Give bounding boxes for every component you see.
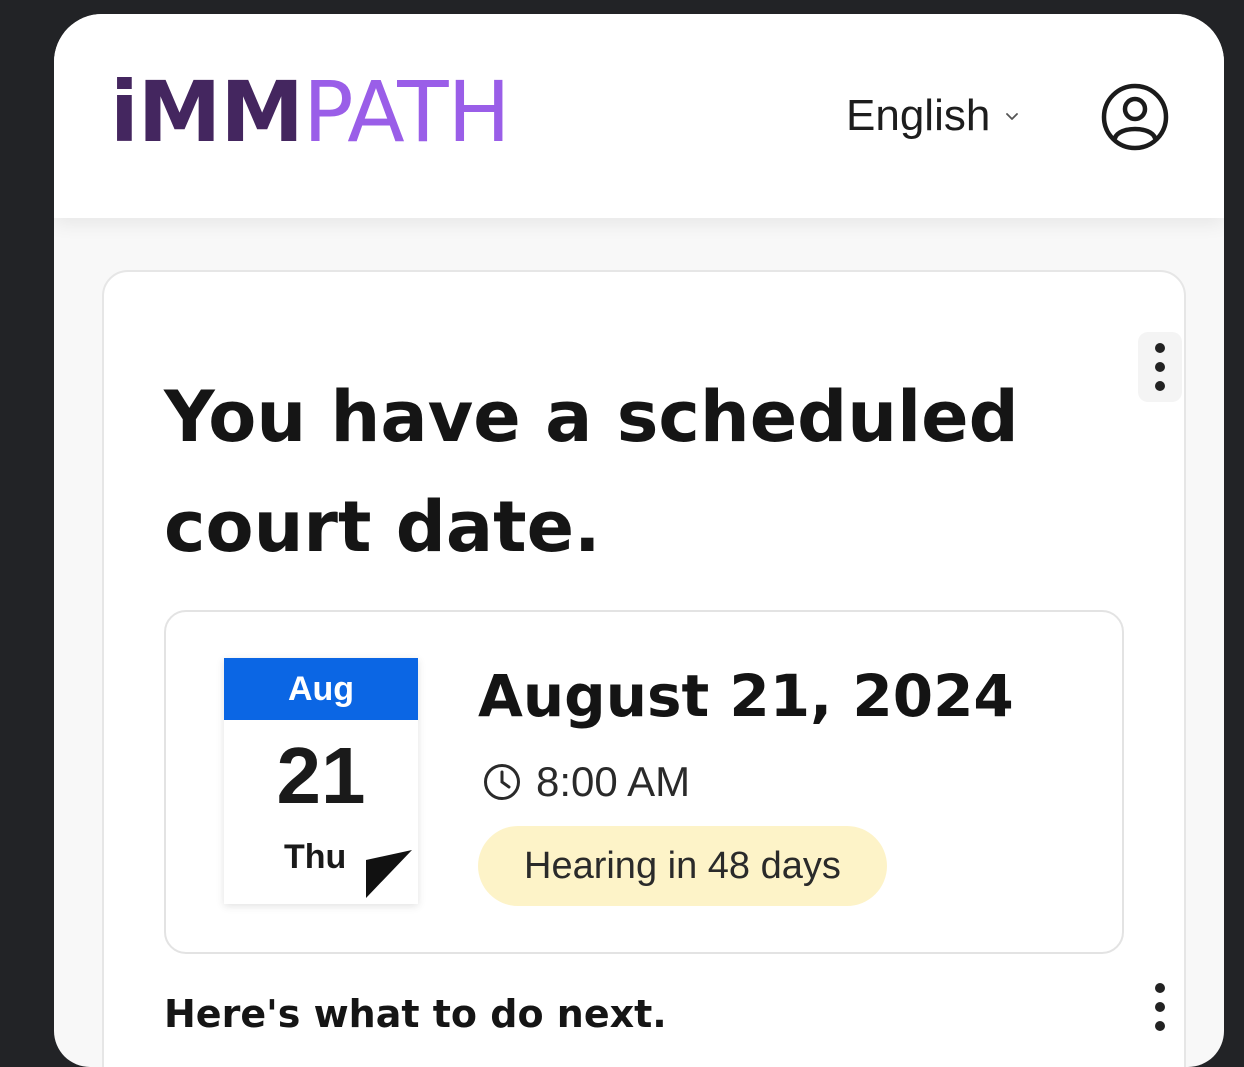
- clock-icon: [484, 764, 520, 800]
- calendar-icon: Aug 21 Thu: [224, 658, 418, 904]
- court-date-card: You have a scheduled court date. Aug 21 …: [102, 270, 1186, 1067]
- hearing-time-text: 8:00 AM: [536, 758, 691, 805]
- countdown-badge: Hearing in 48 days: [478, 826, 887, 906]
- app-screen: iMMPATH English You have a scheduled cou…: [54, 14, 1224, 1067]
- language-label: English: [846, 91, 991, 140]
- logo[interactable]: iMMPATH: [110, 70, 511, 154]
- hearing-date-panel[interactable]: Aug 21 Thu August 21, 2024 8:00 AM Heari…: [164, 610, 1124, 954]
- page-fold-icon: [366, 850, 412, 898]
- more-vertical-icon[interactable]: [1138, 972, 1182, 1042]
- logo-bold-text: iMM: [110, 63, 304, 161]
- hearing-time: 8:00 AM: [482, 758, 690, 806]
- language-selector[interactable]: English: [846, 91, 1020, 140]
- hearing-date-title: August 21, 2024: [478, 662, 1014, 730]
- logo-light-text: PATH: [302, 63, 511, 161]
- calendar-day: 21: [276, 731, 366, 820]
- card-headline: You have a scheduled court date.: [164, 376, 1019, 568]
- more-vertical-icon[interactable]: [1138, 332, 1182, 402]
- chevron-down-icon: [1006, 113, 1019, 120]
- next-steps-heading: Here's what to do next.: [164, 992, 667, 1036]
- calendar-weekday: Thu: [284, 838, 347, 876]
- header: iMMPATH English: [54, 14, 1224, 218]
- user-circle-icon[interactable]: [1100, 82, 1170, 152]
- calendar-month: Aug: [224, 658, 418, 720]
